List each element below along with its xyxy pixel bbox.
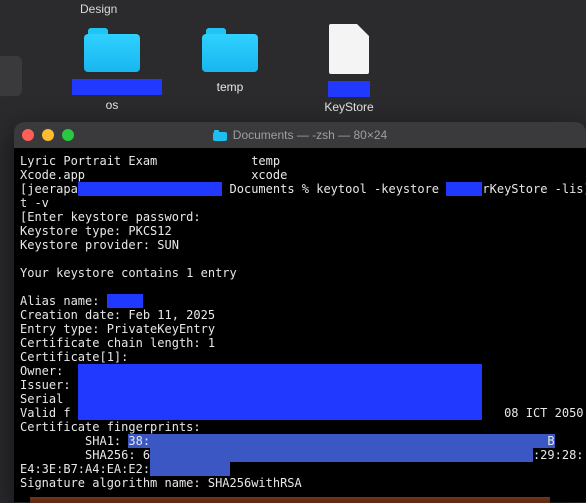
label-redacted: ██	[328, 81, 369, 97]
folder-icon	[202, 28, 258, 72]
document-icon	[329, 24, 369, 74]
folder-item-temp[interactable]: temp	[190, 28, 270, 96]
zoom-button[interactable]	[62, 129, 74, 141]
close-button[interactable]	[22, 129, 34, 141]
window-title-text: Documents — -zsh — 80×24	[233, 128, 387, 142]
window-title: Documents — -zsh — 80×24	[14, 128, 586, 142]
folder-label-design[interactable]: Design	[80, 2, 117, 16]
terminal-window[interactable]: Documents — -zsh — 80×24 Lyric Portrait …	[14, 122, 586, 502]
folder-label: temp	[217, 80, 244, 94]
folder-item-redacted[interactable]: ████os	[72, 28, 152, 114]
file-label: KeyStore	[324, 100, 373, 114]
finder-sidebar-stub	[0, 56, 22, 96]
finder-window[interactable]: Design ████os temp ██KeyStore	[0, 0, 586, 140]
minimize-button[interactable]	[42, 129, 54, 141]
folder-icon	[213, 130, 227, 141]
window-titlebar[interactable]: Documents — -zsh — 80×24	[14, 122, 586, 148]
label-suffix: os	[106, 98, 119, 112]
folder-icon	[84, 28, 140, 72]
file-item-keystore[interactable]: ██ KeyStore	[304, 24, 394, 116]
label-redacted: ████	[72, 79, 162, 95]
dock-edge	[30, 497, 550, 503]
terminal-output[interactable]: Lyric Portrait Exam temp Xcode.app xcode…	[14, 148, 586, 496]
